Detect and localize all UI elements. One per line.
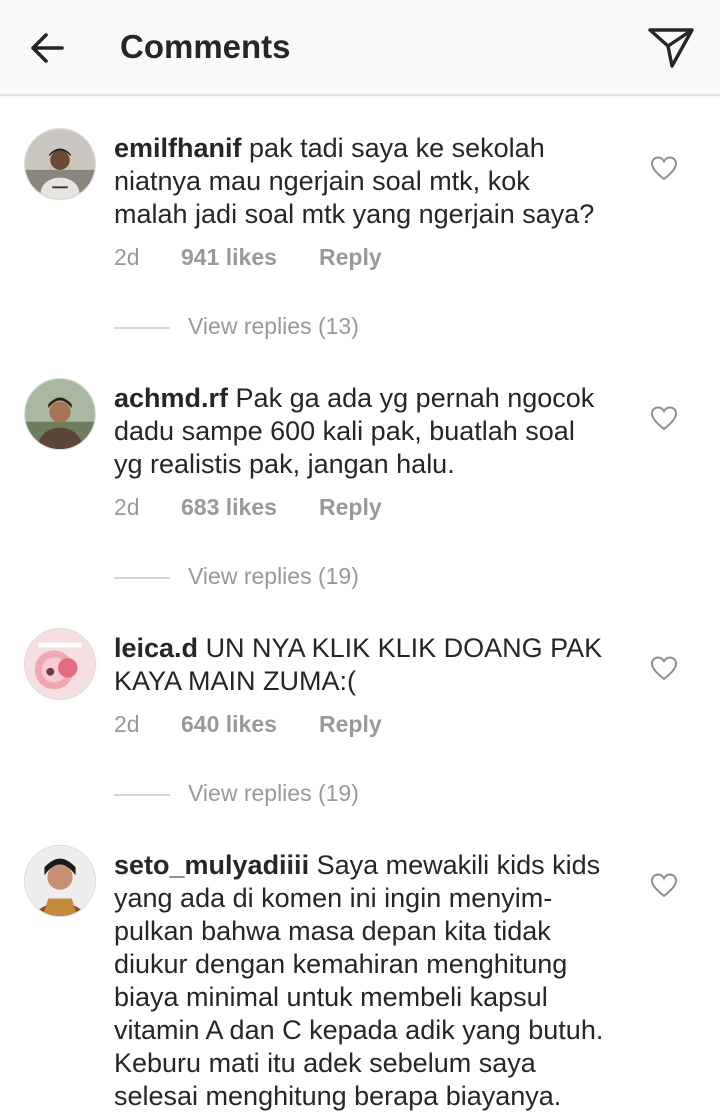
top-bar: Comments <box>0 0 720 96</box>
view-replies-button[interactable]: View replies (19) <box>114 778 359 808</box>
arrow-left-icon <box>31 33 64 63</box>
heart-icon <box>650 156 678 181</box>
comment-text: achmd.rf Pak ga ada yg pernah ngocok dad… <box>114 382 624 481</box>
like-button[interactable] <box>650 155 678 181</box>
comment-line: pulkan bahwa masa depan kita tidak <box>114 916 551 946</box>
reply-button[interactable]: Reply <box>319 709 382 739</box>
user-photo <box>25 379 95 449</box>
comment-line: yang ada di komen ini ingin menyim- <box>114 883 553 913</box>
comment-line: selesai menghitung berapa biayanya. <box>114 1081 562 1111</box>
comment-username[interactable]: seto_mulyadiiii <box>114 850 309 880</box>
comment-meta: 2d 640 likes Reply <box>114 709 382 739</box>
back-button[interactable] <box>26 26 70 70</box>
comment-username[interactable]: achmd.rf <box>114 383 228 413</box>
view-replies-button[interactable]: View replies (19) <box>114 561 359 591</box>
view-replies-label: View replies (19) <box>188 780 359 806</box>
like-button[interactable] <box>650 872 678 898</box>
avatar[interactable] <box>24 628 96 700</box>
heart-icon <box>650 406 678 431</box>
like-count[interactable]: 683 likes <box>181 492 319 522</box>
comment-line: Pak ga ada yg pernah ngocok <box>235 383 595 413</box>
comment-time: 2d <box>114 244 140 270</box>
divider-line <box>114 576 170 579</box>
user-photo <box>25 129 95 199</box>
paper-plane-icon <box>648 28 694 68</box>
comment-line: vitamin A dan C kepada adik yang butuh. <box>114 1015 604 1045</box>
user-photo <box>25 846 95 916</box>
view-replies-label: View replies (13) <box>188 313 359 339</box>
heart-icon <box>650 656 678 681</box>
like-button[interactable] <box>650 405 678 431</box>
comment-text: emilfhanif pak tadi saya ke sekolah niat… <box>114 132 624 231</box>
comment-time: 2d <box>114 711 140 737</box>
comment-meta: 2d 941 likes Reply <box>114 242 382 272</box>
comment-line: UN NYA KLIK KLIK DOANG PAK <box>205 633 603 663</box>
page-title: Comments <box>120 28 291 65</box>
like-count[interactable]: 640 likes <box>181 709 319 739</box>
view-replies-label: View replies (19) <box>188 563 359 589</box>
comment-line: malah jadi soal mtk yang ngerjain saya? <box>114 199 595 229</box>
comment-meta: 2d 683 likes Reply <box>114 492 382 522</box>
comment-line: dadu sampe 600 kali pak, buatlah soal <box>114 416 575 446</box>
comment-username[interactable]: emilfhanif <box>114 133 242 163</box>
avatar[interactable] <box>24 845 96 917</box>
user-photo <box>25 629 95 699</box>
comment-text: seto_mulyadiiii Saya mewakili kids kids … <box>114 849 624 1113</box>
comment-line: biaya minimal untuk membeli kapsul <box>114 982 548 1012</box>
like-button[interactable] <box>650 655 678 681</box>
comment-line: Keburu mati itu adek sebelum saya <box>114 1048 536 1078</box>
reply-button[interactable]: Reply <box>319 492 382 522</box>
comment-line: pak tadi saya ke sekolah <box>249 133 545 163</box>
comment-text: leica.d UN NYA KLIK KLIK DOANG PAK KAYA … <box>114 632 624 698</box>
divider-line <box>114 326 170 329</box>
avatar[interactable] <box>24 128 96 200</box>
like-count[interactable]: 941 likes <box>181 242 319 272</box>
comment-line: yg realistis pak, jangan halu. <box>114 449 455 479</box>
heart-icon <box>650 873 678 898</box>
divider-line <box>114 793 170 796</box>
comment-line: diukur dengan kemahiran menghitung <box>114 949 568 979</box>
share-button[interactable] <box>644 22 698 72</box>
comment-line: niatnya mau ngerjain soal mtk, kok <box>114 166 530 196</box>
comment-line: KAYA MAIN ZUMA:( <box>114 666 357 696</box>
comment-username[interactable]: leica.d <box>114 633 198 663</box>
view-replies-button[interactable]: View replies (13) <box>114 311 359 341</box>
comment-line: Saya mewakili kids kids <box>316 850 601 880</box>
avatar[interactable] <box>24 378 96 450</box>
comment-time: 2d <box>114 494 140 520</box>
reply-button[interactable]: Reply <box>319 242 382 272</box>
